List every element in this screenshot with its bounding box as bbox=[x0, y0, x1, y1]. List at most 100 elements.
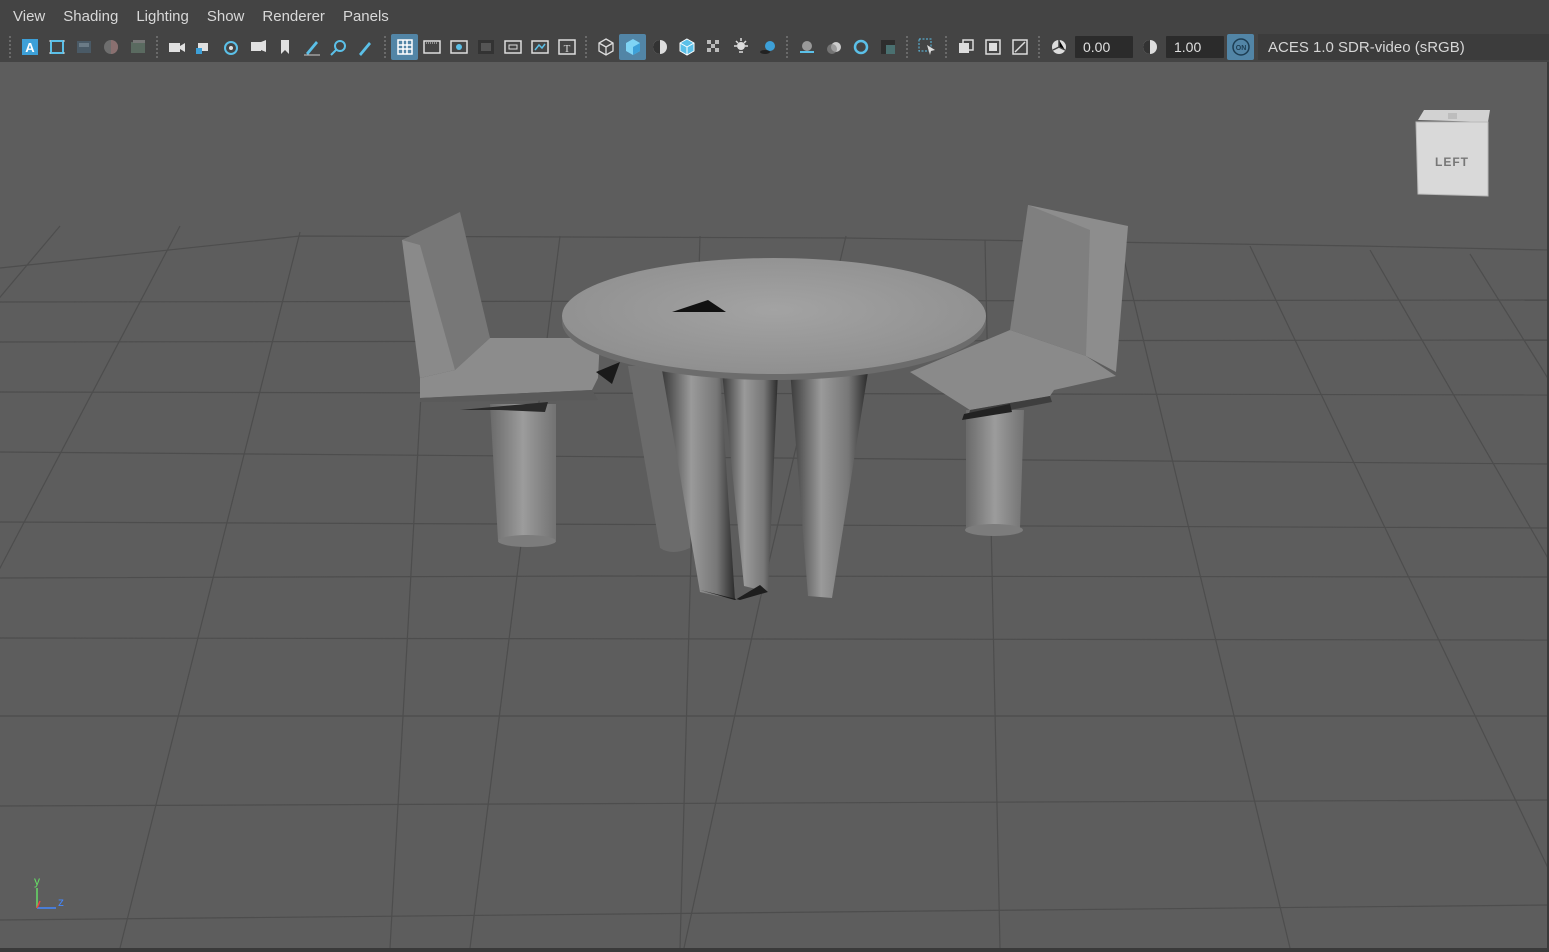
backface-culling-button[interactable] bbox=[1006, 34, 1033, 60]
camera-view-button[interactable] bbox=[244, 34, 271, 60]
zoom-view-icon bbox=[329, 40, 346, 56]
motion-blur-button[interactable] bbox=[820, 34, 847, 60]
exposure-field[interactable]: 0.00 bbox=[1075, 36, 1133, 58]
toolbar-separator bbox=[945, 36, 947, 58]
smooth-shade-icon bbox=[625, 39, 640, 55]
shadows-button[interactable] bbox=[754, 34, 781, 60]
select-camera-button[interactable]: A bbox=[16, 34, 43, 60]
xray-joints-icon bbox=[958, 39, 974, 53]
gamma-field[interactable]: 1.00 bbox=[1166, 36, 1224, 58]
right-chair bbox=[910, 205, 1128, 536]
select-camera-icon: A bbox=[21, 39, 38, 55]
gamma-button[interactable] bbox=[1136, 34, 1163, 60]
multisample-aa-icon bbox=[853, 39, 868, 55]
axis-gizmo: y z bbox=[28, 868, 78, 918]
left-chair bbox=[402, 212, 600, 547]
menu-shading[interactable]: Shading bbox=[54, 0, 127, 32]
bookmark-button[interactable] bbox=[271, 34, 298, 60]
bookmarks-icon bbox=[76, 41, 91, 53]
xray-icon bbox=[706, 40, 719, 52]
bookmarks-button[interactable] bbox=[70, 34, 97, 60]
image-plane-icon bbox=[103, 40, 118, 54]
grid-icon bbox=[396, 39, 413, 55]
xray-active-components-button[interactable] bbox=[979, 34, 1006, 60]
toolbar-separator bbox=[1038, 36, 1040, 58]
exposure-button[interactable] bbox=[1045, 34, 1072, 60]
toolbar-separator bbox=[384, 36, 386, 58]
color-management-label: ON bbox=[1235, 45, 1246, 52]
color-management-toggle[interactable]: ON bbox=[1227, 34, 1254, 60]
xray-joints-button[interactable] bbox=[952, 34, 979, 60]
screen-space-ao-button[interactable] bbox=[793, 34, 820, 60]
menu-show[interactable]: Show bbox=[198, 0, 254, 32]
camera-button[interactable] bbox=[163, 34, 190, 60]
view-cube-label: LEFT bbox=[1435, 155, 1469, 169]
depth-of-field-icon bbox=[880, 40, 895, 54]
camera-settings-button[interactable] bbox=[217, 34, 244, 60]
safe-action-button[interactable] bbox=[526, 34, 553, 60]
wireframe-on-shaded-icon bbox=[679, 38, 694, 56]
scene-canvas bbox=[0, 205, 1547, 948]
grease-pencil-button[interactable] bbox=[298, 34, 325, 60]
lock-camera-button[interactable] bbox=[190, 34, 217, 60]
gate-mask-button[interactable] bbox=[472, 34, 499, 60]
menu-panels[interactable]: Panels bbox=[334, 0, 398, 32]
isolate-select-button[interactable] bbox=[913, 34, 940, 60]
backface-culling-icon bbox=[1011, 39, 1028, 55]
smooth-shade-button[interactable] bbox=[619, 34, 646, 60]
grease-pencil-icon bbox=[303, 41, 320, 56]
axis-gizmo-icon: y z bbox=[34, 874, 64, 909]
multisample-aa-button[interactable] bbox=[847, 34, 874, 60]
film-gate-icon bbox=[422, 40, 441, 54]
paint-button[interactable] bbox=[352, 34, 379, 60]
field-chart-icon bbox=[503, 40, 522, 54]
safe-action-icon bbox=[530, 40, 549, 54]
menu-view[interactable]: View bbox=[4, 0, 54, 32]
panel-toolbar: A T 0.00 1.00 ON ACES 1.0 SDR-video (sRG… bbox=[0, 32, 1549, 62]
wireframe-on-shaded-button[interactable] bbox=[673, 34, 700, 60]
grid-toggle-button[interactable] bbox=[391, 34, 418, 60]
toolbar-separator bbox=[585, 36, 587, 58]
panel-menu-bar: View Shading Lighting Show Renderer Pane… bbox=[0, 0, 1549, 32]
camera-attributes-button[interactable] bbox=[43, 34, 70, 60]
screen-space-ao-icon bbox=[799, 41, 814, 53]
axis-y-label: y bbox=[34, 874, 40, 888]
default-material-button[interactable] bbox=[646, 34, 673, 60]
wireframe-icon bbox=[597, 38, 614, 56]
default-material-icon bbox=[652, 40, 667, 54]
safe-title-button[interactable]: T bbox=[553, 34, 580, 60]
shadows-icon bbox=[759, 41, 775, 54]
use-all-lights-icon bbox=[733, 38, 748, 53]
isolate-select-icon bbox=[918, 38, 935, 55]
xray-button[interactable] bbox=[700, 34, 727, 60]
view-cube[interactable]: LEFT bbox=[1412, 106, 1494, 198]
resolution-gate-icon bbox=[449, 40, 468, 54]
camera-view-icon bbox=[250, 40, 266, 52]
resolution-gate-button[interactable] bbox=[445, 34, 472, 60]
color-space-dropdown[interactable]: ACES 1.0 SDR-video (sRGB) bbox=[1258, 34, 1549, 60]
camera-icon bbox=[168, 43, 185, 52]
gamma-icon bbox=[1142, 40, 1157, 54]
menu-renderer[interactable]: Renderer bbox=[253, 0, 334, 32]
film-gate-button[interactable] bbox=[418, 34, 445, 60]
perspective-viewport[interactable]: LEFT y z bbox=[0, 62, 1549, 948]
two-d-pan-zoom-button[interactable] bbox=[124, 34, 151, 60]
table-legs bbox=[628, 366, 868, 600]
svg-text:A: A bbox=[25, 40, 35, 55]
use-all-lights-button[interactable] bbox=[727, 34, 754, 60]
image-plane-button[interactable] bbox=[97, 34, 124, 60]
view-cube-icon: LEFT bbox=[1415, 110, 1490, 197]
depth-of-field-button[interactable] bbox=[874, 34, 901, 60]
wireframe-button[interactable] bbox=[592, 34, 619, 60]
paint-brush-icon bbox=[358, 42, 371, 56]
xray-active-components-icon bbox=[984, 39, 1001, 55]
toolbar-separator bbox=[9, 36, 11, 58]
zoom-view-button[interactable] bbox=[325, 34, 352, 60]
motion-blur-icon bbox=[826, 42, 841, 54]
field-chart-button[interactable] bbox=[499, 34, 526, 60]
camera-settings-icon bbox=[223, 41, 238, 55]
exposure-icon bbox=[1051, 40, 1066, 54]
menu-lighting[interactable]: Lighting bbox=[127, 0, 198, 32]
two-d-pan-zoom-icon bbox=[130, 40, 145, 53]
axis-z-label: z bbox=[58, 895, 64, 909]
